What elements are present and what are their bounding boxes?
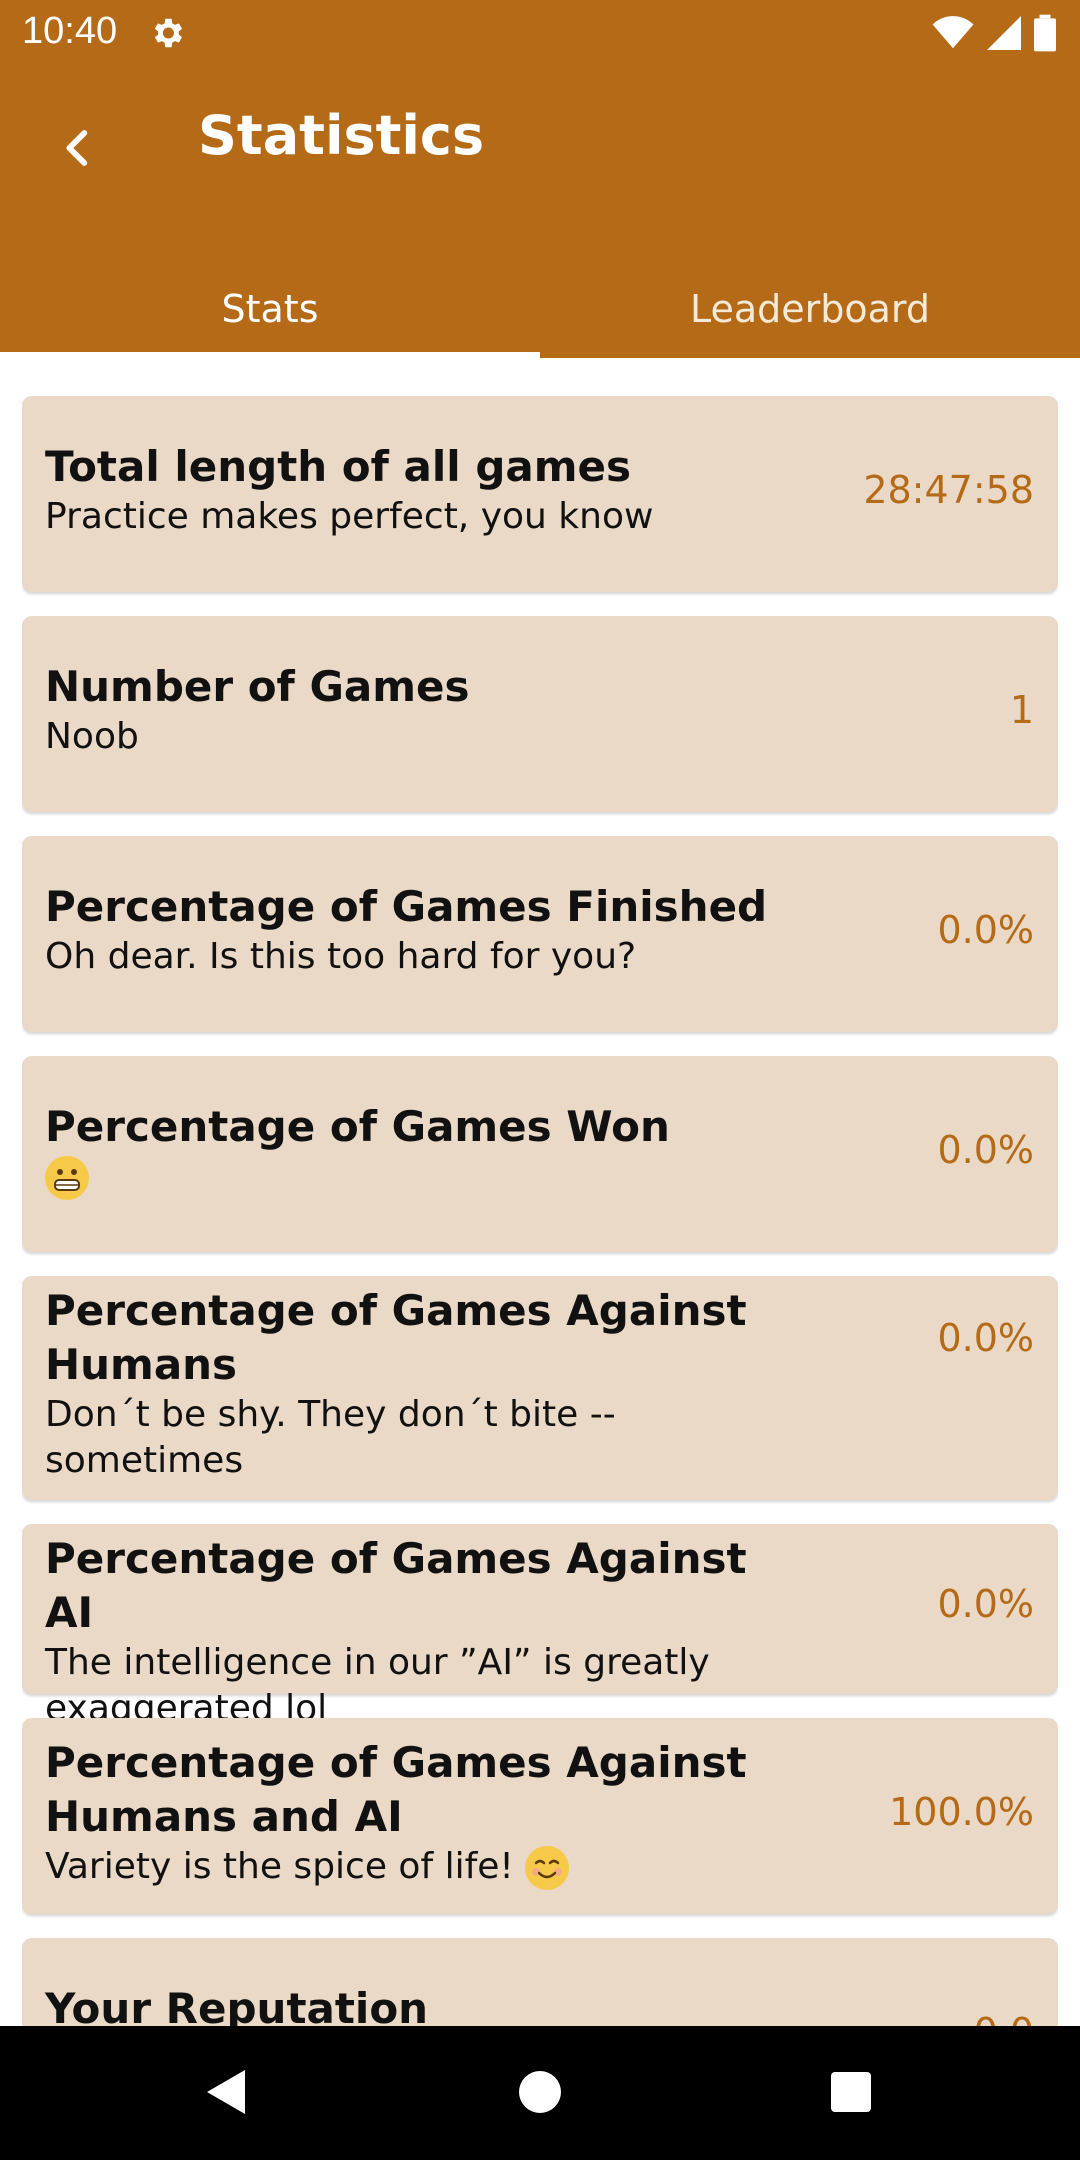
status-icons: [932, 14, 1056, 52]
stat-card-total-length[interactable]: Total length of all games Practice makes…: [22, 396, 1058, 592]
stat-value: 28:47:58: [863, 468, 1034, 512]
stat-title: Number of Games: [45, 662, 470, 711]
stat-title: Percentage of Games Against AI: [45, 1534, 747, 1637]
page-title: Statistics: [198, 104, 485, 167]
stat-title: Percentage of Games Won: [45, 1102, 670, 1151]
stat-value: 0.0%: [937, 1582, 1034, 1626]
stat-title: Percentage of Games Against Humans and A…: [45, 1738, 747, 1841]
wifi-icon: [932, 16, 974, 49]
back-arrow-icon: [66, 130, 88, 166]
tab-stats[interactable]: Stats: [0, 260, 540, 360]
stat-value: 0.0: [974, 2010, 1034, 2026]
stat-subtitle: Variety is the spice of life!: [45, 1844, 788, 1890]
stat-title: Total length of all games: [45, 442, 631, 491]
tab-bar: Stats Leaderboard: [0, 260, 1080, 360]
stat-card-against-humans[interactable]: Percentage of Games Against Humans Don´t…: [22, 1276, 1058, 1500]
stat-card-against-humans-and-ai[interactable]: Percentage of Games Against Humans and A…: [22, 1718, 1058, 1914]
status-bar: 10:40: [0, 0, 1080, 66]
tab-leaderboard[interactable]: Leaderboard: [540, 260, 1080, 358]
settings-gear-icon: [148, 14, 186, 52]
app-bar: Statistics Stats Leaderboard: [0, 66, 1080, 360]
stat-value: 100.0%: [889, 1790, 1034, 1834]
nav-home-icon: [519, 2071, 561, 2113]
stat-card-number-of-games[interactable]: Number of Games Noob 1: [22, 616, 1058, 812]
stat-subtitle: Practice makes perfect, you know: [45, 496, 654, 537]
nav-back-button[interactable]: [193, 2059, 259, 2125]
stat-subtitle-text: Variety is the spice of life!: [45, 1846, 514, 1887]
grimacing-face-icon: [45, 1156, 89, 1200]
stat-subtitle: [45, 1154, 808, 1200]
stat-title: Percentage of Games Against Humans: [45, 1286, 747, 1389]
stat-card-reputation[interactable]: Your Reputation 0.0: [22, 1938, 1058, 2026]
stat-card-games-finished[interactable]: Percentage of Games Finished Oh dear. Is…: [22, 836, 1058, 1032]
stat-value: 0.0%: [937, 1128, 1034, 1172]
battery-icon: [1034, 14, 1056, 52]
stat-value: 1: [1009, 688, 1034, 732]
stat-subtitle: Oh dear. Is this too hard for you?: [45, 936, 637, 977]
nav-back-icon: [207, 2070, 245, 2114]
stats-list[interactable]: Total length of all games Practice makes…: [22, 396, 1058, 2026]
system-nav-bar: [0, 2026, 1080, 2160]
nav-home-button[interactable]: [507, 2059, 573, 2125]
nav-recents-icon: [831, 2072, 871, 2112]
status-time: 10:40: [22, 10, 118, 52]
stat-subtitle: Don´t be shy. They don´t bite -- sometim…: [45, 1394, 616, 1481]
stat-subtitle: Noob: [45, 716, 139, 757]
stat-card-games-won[interactable]: Percentage of Games Won 0.0%: [22, 1056, 1058, 1252]
smiling-face-icon: [525, 1846, 570, 1890]
stat-value: 0.0%: [937, 908, 1034, 952]
stat-value: 0.0%: [937, 1316, 1034, 1360]
back-button[interactable]: [44, 116, 108, 180]
nav-recents-button[interactable]: [818, 2059, 884, 2125]
stat-title: Percentage of Games Finished: [45, 882, 768, 931]
stat-card-against-ai[interactable]: Percentage of Games Against AI The intel…: [22, 1524, 1058, 1729]
stat-title: Your Reputation: [45, 1984, 429, 2026]
signal-icon: [987, 16, 1021, 50]
